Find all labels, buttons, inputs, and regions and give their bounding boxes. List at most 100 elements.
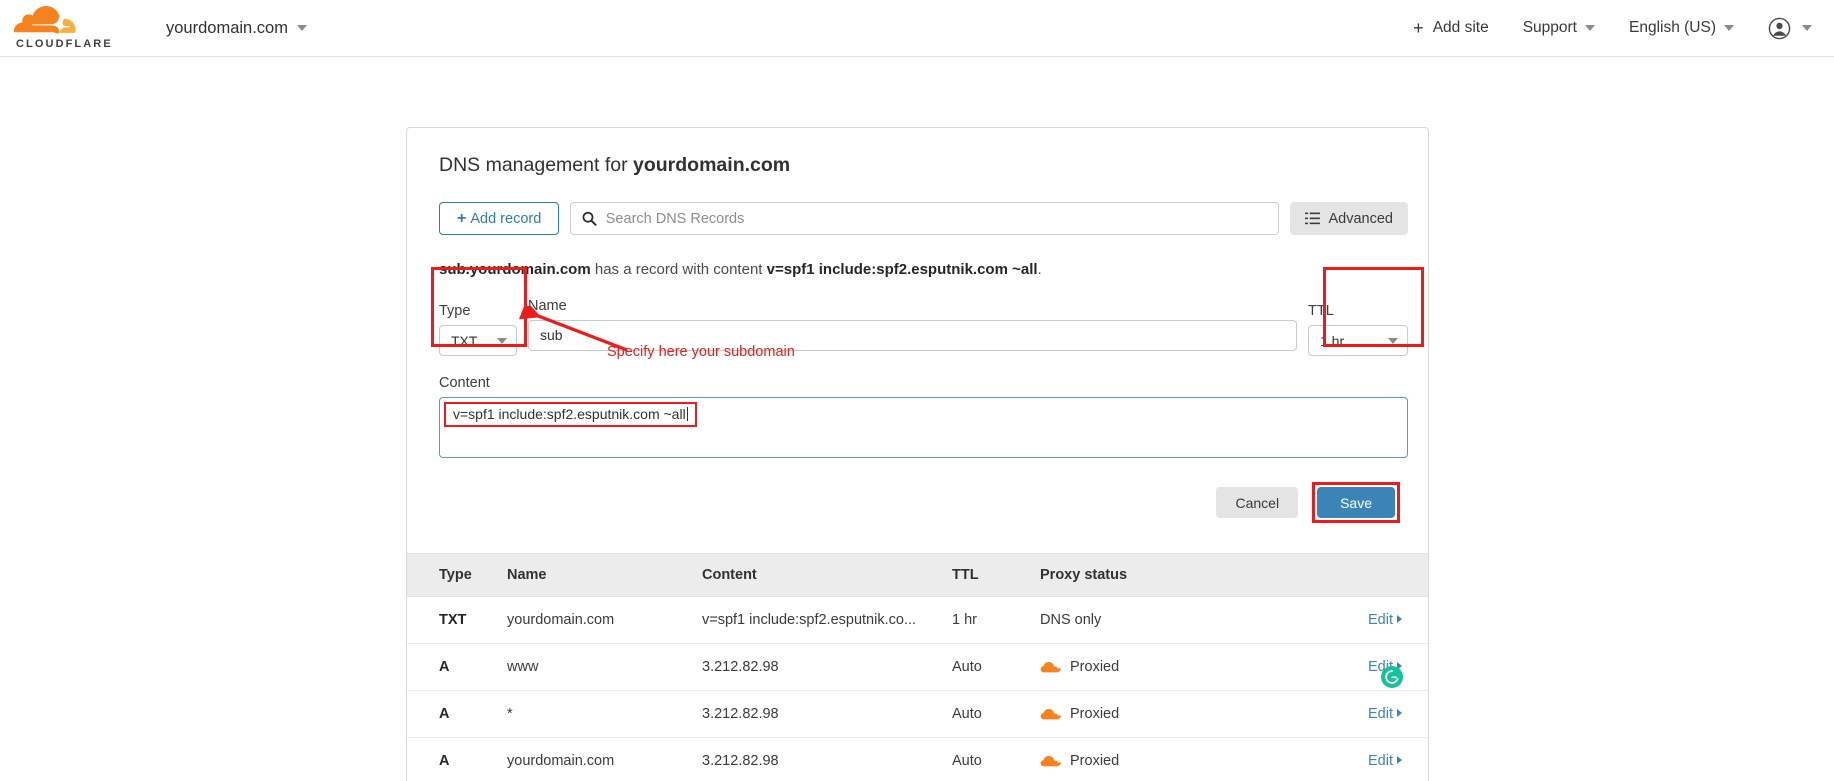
table-row[interactable]: TXT yourdomain.com v=spf1 include:spf2.esp…: [407, 596, 1428, 644]
dns-management-card: DNS management for yourdomain.com + Add …: [406, 127, 1429, 781]
advanced-label: Advanced: [1328, 210, 1394, 227]
svg-text:CLOUDFLARE: CLOUDFLARE: [16, 38, 113, 50]
proxy-status-label: DNS only: [1040, 612, 1102, 628]
top-navigation-bar: CLOUDFLARE yourdomain.com + Add site Sup…: [0, 0, 1834, 57]
edit-record-link[interactable]: Edit: [1368, 612, 1402, 628]
page-title-domain: yourdomain.com: [633, 154, 791, 176]
advanced-button[interactable]: Advanced: [1289, 202, 1408, 235]
table-header-row: Type Name Content TTL Proxy status: [407, 553, 1428, 597]
user-avatar-icon: [1768, 17, 1791, 39]
column-header-type[interactable]: Type: [407, 553, 507, 597]
add-site-label: Add site: [1432, 19, 1489, 36]
top-nav-right-group: + Add site Support English (US): [1413, 17, 1812, 40]
page-title: DNS management for yourdomain.com: [439, 154, 1408, 177]
record-ttl-value: 1 hr: [1320, 332, 1345, 349]
proxy-status-label: Proxied: [1070, 706, 1120, 722]
triangle-right-icon: [1397, 709, 1402, 717]
table-row[interactable]: A * 3.212.82.98 Auto Proxied Edit: [407, 690, 1428, 738]
record-content-value: v=spf1 include:spf2.esputnik.com ~all: [453, 406, 686, 422]
add-site-button[interactable]: + Add site: [1413, 19, 1489, 37]
proxied-cloud-icon: [1040, 755, 1061, 766]
cloudflare-logo[interactable]: CLOUDFLARE: [14, 6, 144, 50]
add-record-button[interactable]: + Add record: [439, 202, 560, 235]
plus-icon: +: [457, 209, 467, 227]
notice-period: .: [1037, 261, 1042, 278]
record-type-select[interactable]: TXT: [439, 325, 517, 356]
ttl-label: TTL: [1308, 303, 1334, 319]
dns-record-edit-form: Type TXT Name TTL 1 hr: [431, 267, 1424, 523]
proxy-status-label: Proxied: [1070, 753, 1120, 769]
record-content-textarea[interactable]: v=spf1 include:spf2.esputnik.com ~all: [439, 397, 1408, 458]
type-field-group: Type TXT: [439, 303, 517, 356]
account-menu[interactable]: [1768, 17, 1812, 40]
dns-records-table-wrap: Type Name Content TTL Proxy status TXT yo…: [407, 553, 1428, 781]
language-menu[interactable]: English (US): [1629, 19, 1734, 37]
cell-edit-action[interactable]: Edit: [1240, 690, 1428, 738]
notice-middle: has a record with content: [590, 261, 767, 278]
edit-record-link[interactable]: Edit: [1368, 753, 1402, 769]
support-menu[interactable]: Support: [1523, 19, 1595, 37]
grammarly-badge-icon[interactable]: [1381, 666, 1403, 688]
proxy-status-badge: Proxied: [1040, 659, 1240, 675]
column-header-content[interactable]: Content: [702, 553, 952, 597]
page-body: DNS management for yourdomain.com + Add …: [0, 57, 1834, 781]
notice-subdomain: sub.yourdomain.com: [439, 261, 591, 278]
cell-type: A: [407, 643, 507, 691]
cell-proxy-status[interactable]: DNS only: [1040, 596, 1240, 644]
ttl-field-group: TTL 1 hr: [1308, 303, 1408, 356]
edit-record-link[interactable]: Edit: [1368, 706, 1402, 722]
cell-proxy-status[interactable]: Proxied: [1040, 737, 1240, 781]
plus-icon: +: [1413, 18, 1424, 38]
cell-name: yourdomain.com: [507, 737, 702, 781]
cell-type: A: [407, 737, 507, 781]
cloudflare-logo-icon: CLOUDFLARE: [14, 6, 113, 50]
chevron-down-icon: [1802, 25, 1812, 31]
dns-records-table: Type Name Content TTL Proxy status TXT yo…: [407, 553, 1428, 781]
language-label: English (US): [1629, 19, 1716, 36]
domain-switcher[interactable]: yourdomain.com: [166, 19, 307, 38]
triangle-right-icon: [1397, 756, 1402, 764]
chevron-down-icon: [1388, 337, 1398, 344]
type-label: Type: [439, 303, 471, 319]
chevron-down-icon: [1585, 25, 1595, 31]
cell-content: 3.212.82.98: [702, 737, 952, 781]
save-button[interactable]: Save: [1317, 487, 1395, 518]
proxied-cloud-icon: [1040, 708, 1061, 719]
proxied-cloud-icon: [1040, 661, 1061, 672]
cell-edit-action[interactable]: Edit: [1240, 737, 1428, 781]
cell-type: A: [407, 690, 507, 738]
record-ttl-select[interactable]: 1 hr: [1308, 325, 1408, 356]
annotation-box-save: Save: [1312, 482, 1400, 523]
proxy-status-label: Proxied: [1070, 659, 1120, 675]
support-label: Support: [1522, 19, 1577, 36]
table-header: Type Name Content TTL Proxy status: [407, 553, 1428, 597]
cell-ttl: 1 hr: [952, 596, 1040, 644]
dns-toolbar: + Add record Advanced: [439, 202, 1408, 235]
cell-ttl: Auto: [952, 690, 1040, 738]
column-header-ttl[interactable]: TTL: [952, 553, 1040, 597]
chevron-down-icon: [1724, 25, 1734, 31]
cell-content: 3.212.82.98: [702, 643, 952, 691]
chevron-down-icon: [497, 337, 507, 344]
domain-switcher-label: yourdomain.com: [166, 18, 288, 37]
cell-proxy-status[interactable]: Proxied: [1040, 643, 1240, 691]
table-row[interactable]: Awww 3.212.82.98 Auto Proxied Edit: [407, 643, 1428, 691]
column-header-proxy[interactable]: Proxy status: [1040, 553, 1240, 597]
record-content-notice: sub.yourdomain.com has a record with con…: [439, 261, 1408, 278]
table-row[interactable]: Ayourdomain.com 3.212.82.98 Auto Proxied Edi…: [407, 737, 1428, 781]
column-header-name[interactable]: Name: [507, 553, 702, 597]
table-body: TXT yourdomain.com v=spf1 include:spf2.esp…: [407, 596, 1428, 781]
list-settings-icon: [1304, 212, 1320, 225]
form-action-buttons: Cancel Save: [439, 482, 1400, 523]
cell-proxy-status[interactable]: Proxied: [1040, 690, 1240, 738]
triangle-right-icon: [1397, 615, 1402, 623]
cancel-button[interactable]: Cancel: [1216, 487, 1299, 518]
cell-content: v=spf1 include:spf2.esputnik.co...: [702, 596, 952, 644]
search-dns-records-box[interactable]: [570, 202, 1279, 235]
cell-name: *: [507, 690, 702, 738]
add-record-label: Add record: [470, 210, 542, 227]
cell-type: TXT: [407, 596, 507, 644]
search-input[interactable]: [605, 210, 1267, 227]
cell-edit-action[interactable]: Edit: [1240, 596, 1428, 644]
annotation-subdomain-hint: Specify here your subdomain: [607, 344, 795, 360]
